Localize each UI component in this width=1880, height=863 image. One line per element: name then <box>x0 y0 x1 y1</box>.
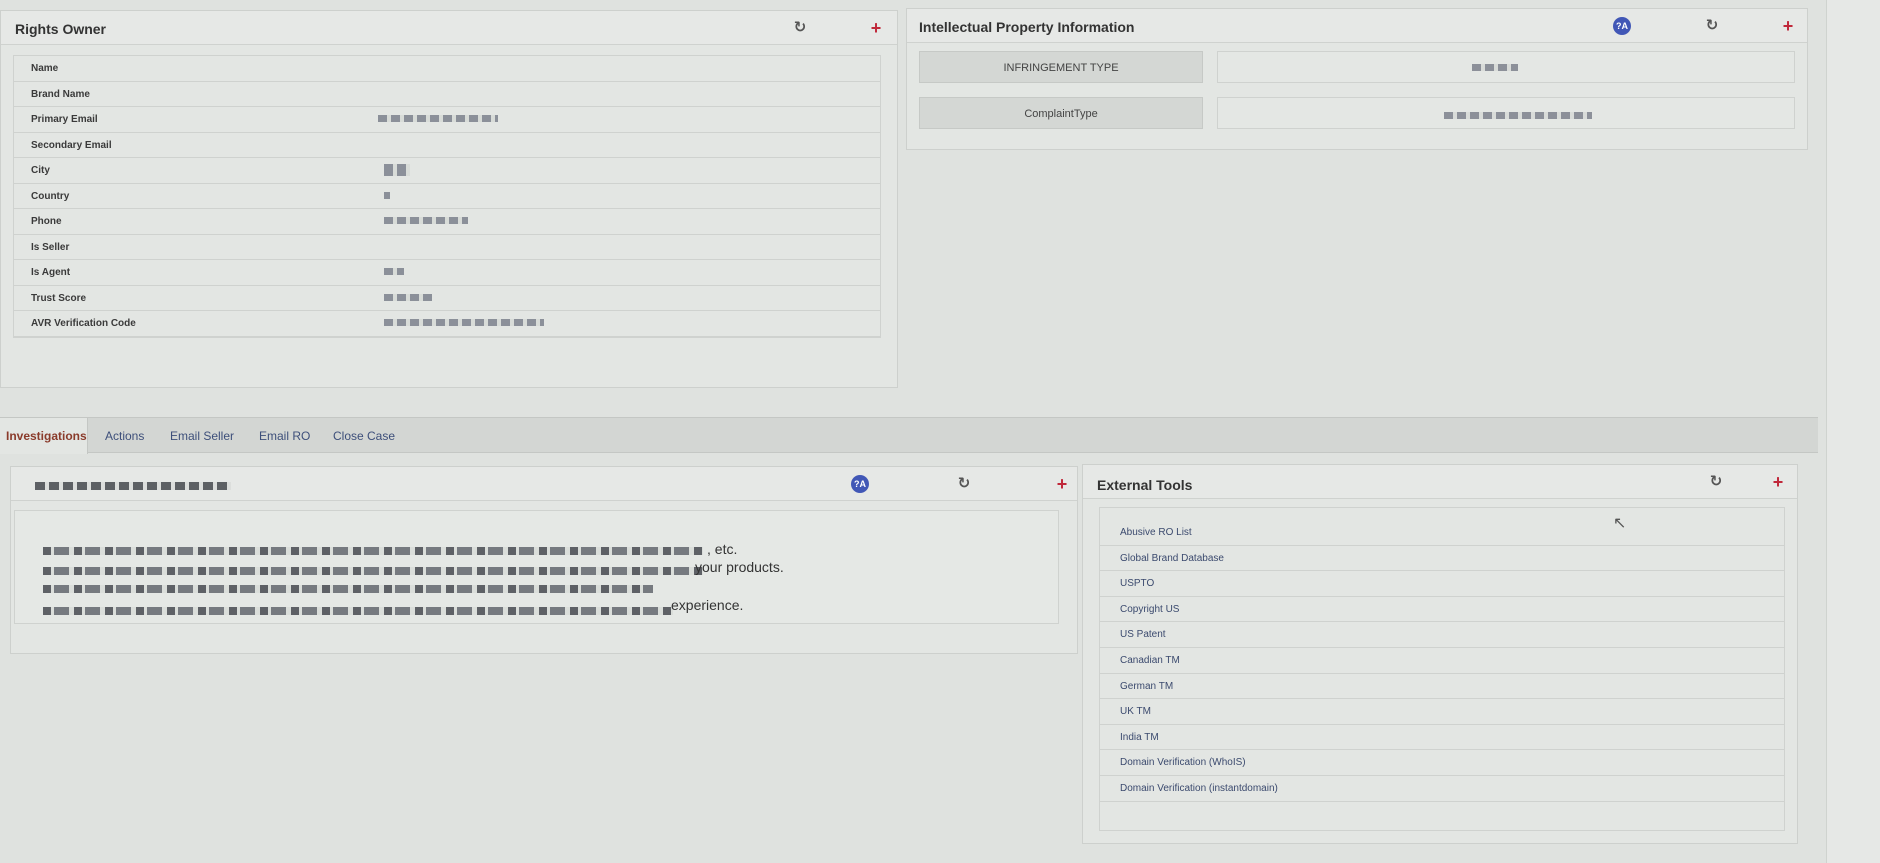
plus-icon[interactable]: + <box>867 19 885 37</box>
redacted-value <box>1444 112 1592 119</box>
tool-link[interactable]: UK TM <box>1100 699 1784 725</box>
ip-info-panel: Intellectual Property Information ?A ↻ +… <box>906 8 1808 150</box>
tab-actions[interactable]: Actions <box>105 418 144 454</box>
field-label: Secondary Email <box>31 139 112 151</box>
field-row-country: Country <box>14 184 880 209</box>
tool-link[interactable]: USPTO <box>1100 571 1784 597</box>
tool-link[interactable]: German TM <box>1100 674 1784 700</box>
refresh-icon[interactable]: ↻ <box>1703 17 1721 35</box>
field-row-primary-email: Primary Email <box>14 107 880 133</box>
tab-investigations[interactable]: Investigations <box>0 418 88 454</box>
help-icon[interactable]: ?A <box>851 475 869 493</box>
external-tools-panel: External Tools ↻ + Abusive RO List Globa… <box>1082 464 1798 844</box>
redacted-value <box>384 164 410 176</box>
field-label: Name <box>31 63 59 74</box>
field-label: Phone <box>31 216 62 227</box>
plus-icon[interactable]: + <box>1779 17 1797 35</box>
tool-link[interactable]: Canadian TM <box>1100 648 1784 674</box>
ip-info-header: Intellectual Property Information ?A ↻ + <box>907 9 1807 43</box>
rights-owner-title: Rights Owner <box>15 21 107 37</box>
redacted-title <box>35 482 231 490</box>
redacted-text-line <box>43 547 703 555</box>
investigation-text-fragment: , etc. <box>707 541 738 557</box>
rights-owner-fields: Name Brand Name Primary Email Secondary … <box>13 55 881 338</box>
tool-link[interactable]: India TM <box>1100 725 1784 751</box>
complaint-type-label: ComplaintType <box>919 97 1203 129</box>
case-tabs: Investigations Actions Email Seller Emai… <box>0 417 1818 454</box>
redacted-value <box>384 268 404 275</box>
redacted-value <box>1472 64 1518 71</box>
field-row-name: Name <box>14 56 880 82</box>
ip-info-title: Intellectual Property Information <box>919 19 1135 35</box>
rights-owner-panel: Rights Owner ↻ + Name Brand Name Primary… <box>0 10 898 388</box>
redacted-text-line <box>43 607 673 615</box>
tool-link[interactable]: Copyright US <box>1100 597 1784 623</box>
investigation-header: ?A ↻ + <box>11 467 1077 501</box>
investigation-text-fragment: your products. <box>695 559 784 575</box>
field-label: AVR Verification Code <box>31 318 136 329</box>
field-row-is-seller: Is Seller <box>14 235 880 260</box>
refresh-icon[interactable]: ↻ <box>1707 473 1725 491</box>
external-tools-list: Abusive RO List Global Brand Database US… <box>1099 507 1785 831</box>
mouse-cursor-icon: ↖ <box>1613 515 1627 532</box>
field-row-brand-name: Brand Name <box>14 82 880 107</box>
field-label: Trust Score <box>31 292 87 304</box>
redacted-text-line <box>43 567 703 575</box>
field-row-phone: Phone <box>14 209 880 235</box>
field-label: Brand Name <box>31 88 90 100</box>
investigation-text-box: , etc. your products. experience. <box>14 510 1059 624</box>
external-tools-header: External Tools ↻ + <box>1083 465 1797 499</box>
tool-link[interactable]: Abusive RO List <box>1100 520 1784 546</box>
infringement-type-label: INFRINGEMENT TYPE <box>919 51 1203 83</box>
tab-email-ro[interactable]: Email RO <box>259 418 310 454</box>
page-scrollbar[interactable] <box>1826 0 1880 863</box>
plus-icon[interactable]: + <box>1769 473 1787 491</box>
field-label: City <box>31 165 50 176</box>
field-label: Primary Email <box>31 114 98 125</box>
redacted-value <box>378 115 498 122</box>
investigation-text-fragment: experience. <box>671 597 744 613</box>
tab-close-case[interactable]: Close Case <box>333 418 395 454</box>
field-row-is-agent: Is Agent <box>14 260 880 286</box>
field-label: Is Agent <box>31 267 71 278</box>
field-row-avr-code: AVR Verification Code <box>14 311 880 337</box>
field-label: Is Seller <box>31 241 70 253</box>
external-tools-title: External Tools <box>1097 477 1193 493</box>
field-row-secondary-email: Secondary Email <box>14 133 880 158</box>
field-label: Country <box>31 190 70 202</box>
plus-icon[interactable]: + <box>1053 475 1071 493</box>
redacted-value <box>384 217 468 224</box>
tool-link[interactable]: US Patent <box>1100 622 1784 648</box>
rights-owner-header: Rights Owner ↻ + <box>1 11 897 45</box>
tool-link[interactable]: Domain Verification (instantdomain) <box>1100 776 1784 802</box>
refresh-icon[interactable]: ↻ <box>791 19 809 37</box>
refresh-icon[interactable]: ↻ <box>955 475 973 493</box>
field-row-city: City <box>14 158 880 184</box>
complaint-type-value <box>1217 97 1795 129</box>
tab-email-seller[interactable]: Email Seller <box>170 418 234 454</box>
tool-link[interactable]: Global Brand Database <box>1100 546 1784 572</box>
field-row-trust-score: Trust Score <box>14 286 880 311</box>
app-page: Rights Owner ↻ + Name Brand Name Primary… <box>0 0 1880 863</box>
redacted-value <box>384 319 544 326</box>
redacted-value <box>384 293 432 301</box>
redacted-value <box>384 191 390 199</box>
redacted-text-line <box>43 585 653 593</box>
infringement-type-value <box>1217 51 1795 83</box>
tool-link[interactable]: Domain Verification (WhoIS) <box>1100 750 1784 776</box>
help-icon[interactable]: ?A <box>1613 17 1631 35</box>
